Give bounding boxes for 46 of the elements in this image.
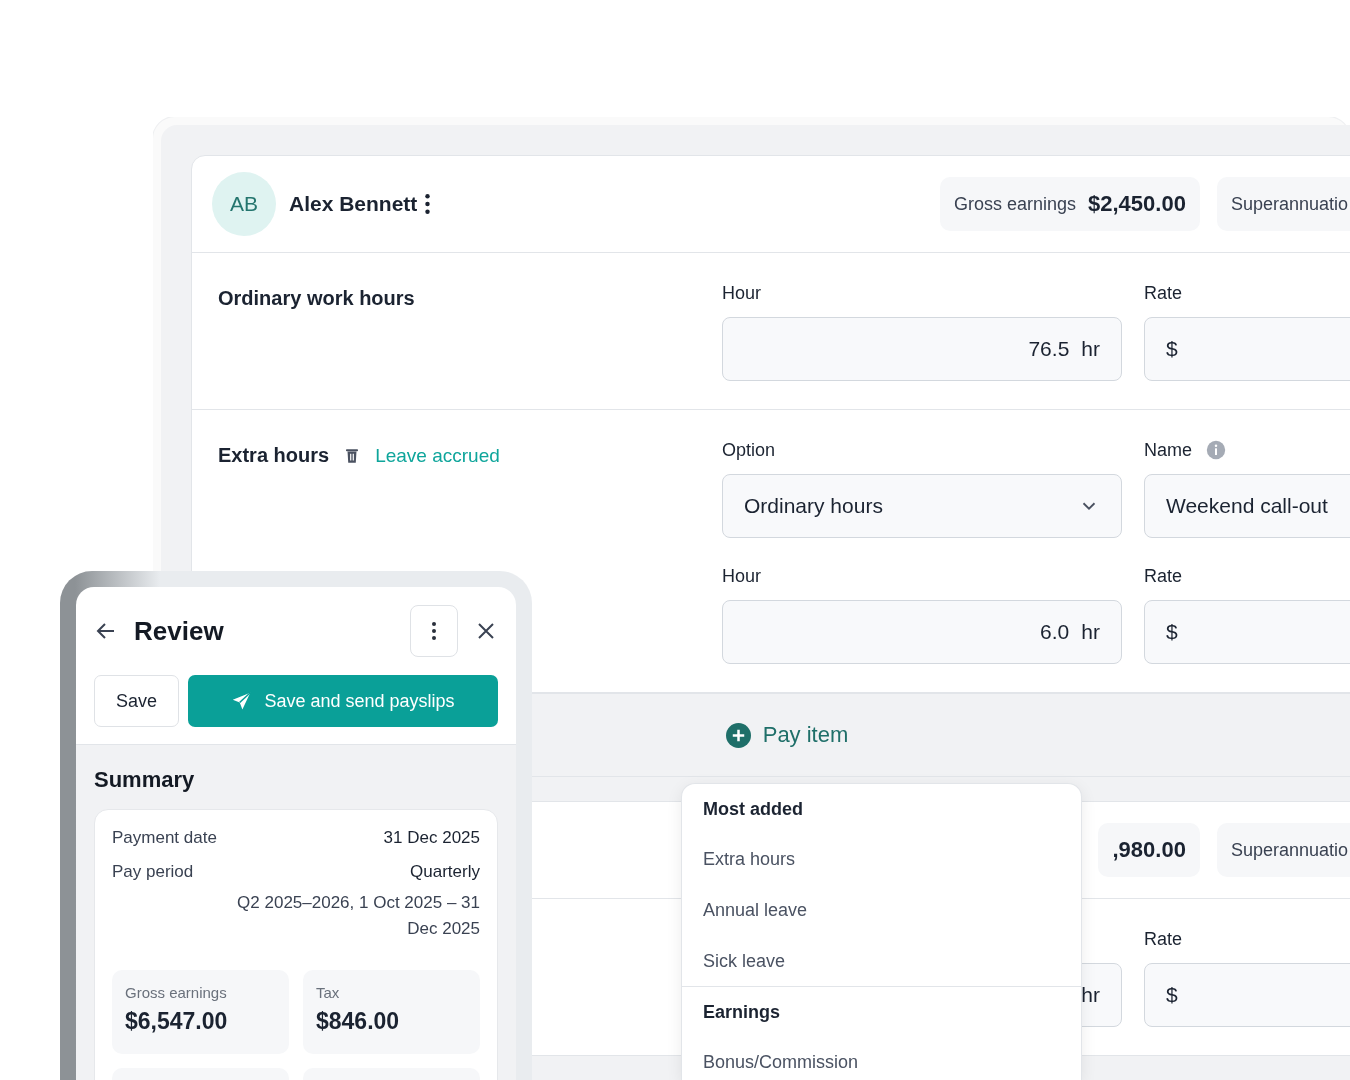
send-icon [231,690,253,712]
rate-field[interactable]: $ [1144,963,1350,1027]
summary-heading: Summary [94,767,196,793]
field-label: Rate [1144,928,1183,950]
field-label: Rate [1144,282,1183,304]
stat-label: Gross earnings [125,984,228,1001]
stat-label: Tax [316,984,341,1001]
field-label: Name [1144,439,1192,461]
hours-field[interactable]: 76.5 hr [722,317,1122,381]
rate-field[interactable]: $ [1144,600,1350,664]
plus-icon [725,722,751,748]
panel-title: Review [134,615,224,647]
option-dropdown[interactable]: Ordinary hours [722,474,1122,538]
more-icon [432,622,436,640]
more-icon[interactable] [425,194,431,214]
save-button[interactable]: Save [94,675,179,727]
menu-item[interactable]: Annual leave [682,885,1081,936]
chip-label: Gross earnings [953,193,1076,215]
rate-field[interactable]: $ [1144,317,1350,381]
chip-label: Superannuatio [1230,839,1348,861]
menu-group-heading: Most added [702,797,804,821]
menu-item[interactable]: Extra hours [682,834,1081,885]
summary-value: 31 Dec 2025 [383,828,480,848]
add-pay-item-button[interactable]: Pay item [725,722,849,748]
field-label: Hour [722,565,761,587]
summary-label: Payment date [112,828,217,848]
section-title: Extra hours [218,444,330,467]
hours-field[interactable]: 6.0 hr [722,600,1122,664]
chip-value: $2,450.00 [1088,191,1186,217]
avatar: AB [212,172,276,236]
menu-group-heading: Earnings [702,1000,782,1024]
stat-value: $6,547.00 [125,1008,229,1035]
menu-item[interactable]: Bonus/Commission [682,1037,1081,1080]
section-title: Ordinary work hours [218,287,415,310]
chip-label: Superannuatio [1230,193,1348,215]
menu-item[interactable]: Sick leave [682,936,1081,986]
summary-label: Pay period [112,862,194,882]
employee-name: Alex Bennett [289,192,418,216]
pay-period-range: Q2 2025–2026, 1 Oct 2025 – 31 Dec 2025 [236,892,480,940]
field-label: Rate [1144,565,1183,587]
field-label: Hour [722,282,761,304]
stat-value: $846.00 [316,1008,401,1035]
name-field[interactable]: Weekend call-out [1144,474,1350,538]
chip-value: ,980.00 [1112,837,1186,863]
summary-value: Quarterly [410,862,480,882]
field-label: Option [722,439,776,461]
